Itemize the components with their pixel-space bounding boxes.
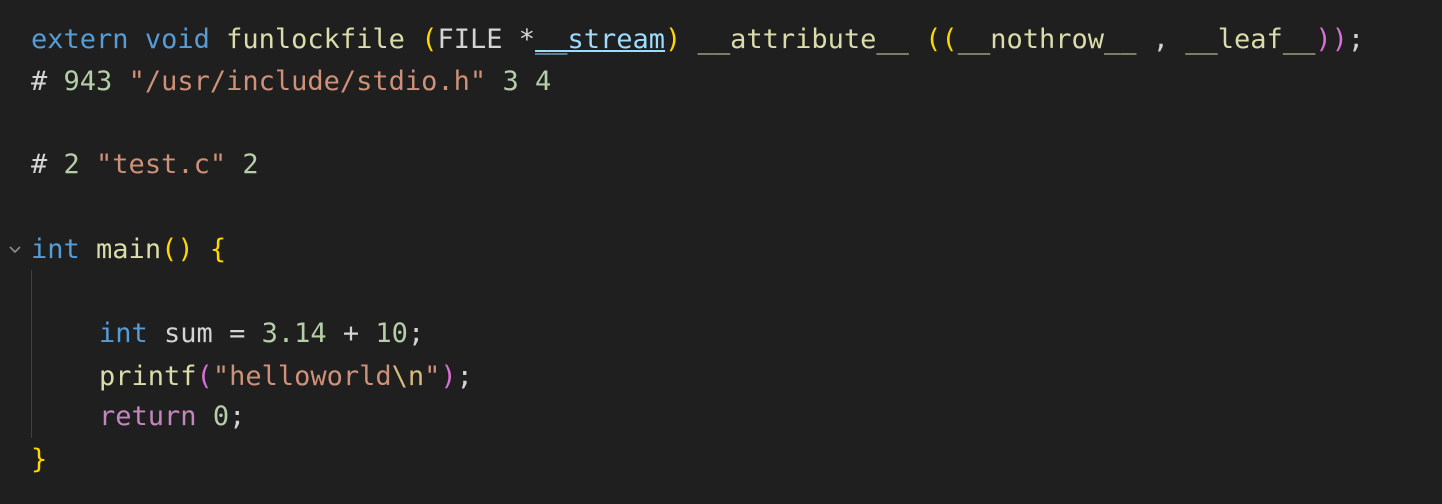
code-line-8[interactable]: }	[31, 440, 47, 480]
token-comma: ,	[1136, 24, 1186, 55]
token-int: int	[31, 234, 80, 265]
token-number-a: 3.14	[261, 318, 327, 349]
code-line-4[interactable]: int main() {	[31, 230, 226, 270]
token-void: void	[144, 24, 210, 55]
code-line-5[interactable]: int sum = 3.14 + 10;	[99, 314, 424, 354]
token-paren-open-2: ((	[925, 24, 958, 55]
token-sum: sum	[164, 318, 213, 349]
token-extern: extern	[31, 24, 129, 55]
token-plus: +	[326, 318, 376, 349]
token-escape: \n	[391, 361, 425, 392]
token-paren-close: )	[665, 24, 682, 55]
token-string-end: "	[424, 361, 441, 392]
code-line-7[interactable]: return 0;	[99, 397, 245, 437]
fold-toggle[interactable]	[5, 236, 25, 264]
token-flag-1: 3	[502, 66, 519, 97]
code-editor[interactable]: extern void funlockfile (FILE * __stream)…	[0, 0, 1442, 504]
token-brace-open: {	[209, 234, 227, 265]
token-string: "helloworld	[212, 361, 392, 392]
code-line-1[interactable]: extern void funlockfile (FILE * __stream)…	[31, 20, 1364, 60]
token-line-number: 943	[63, 66, 113, 97]
token-nothrow: __nothrow__	[957, 24, 1137, 55]
token-flag-2: 4	[534, 66, 552, 97]
code-line-3[interactable]: # 2 "test.c" 2	[31, 145, 259, 185]
token-flag: 2	[242, 149, 259, 180]
token-hash: #	[31, 66, 64, 97]
token-semicolon: ;	[456, 361, 473, 392]
token-printf: printf	[99, 361, 197, 392]
chevron-down-icon	[8, 245, 22, 255]
token-zero: 0	[212, 401, 230, 432]
token-stream-param: __stream	[535, 24, 666, 55]
token-paren-close: )	[440, 361, 457, 392]
token-return: return	[99, 401, 197, 432]
token-path-string: "/usr/include/stdio.h"	[128, 66, 487, 97]
code-line-6[interactable]: printf("helloworld \n ");	[99, 357, 473, 397]
token-semicolon: ;	[229, 401, 246, 432]
indent-guide	[31, 270, 32, 438]
token-attribute: __attribute__	[697, 24, 909, 55]
token-line-number: 2	[63, 149, 80, 180]
token-brace-close: }	[31, 444, 48, 475]
token-paren-open: (	[196, 361, 213, 392]
token-int: int	[99, 318, 148, 349]
token-pointer: *	[502, 24, 535, 55]
token-hash: #	[31, 149, 64, 180]
code-line-2[interactable]: # 943 "/usr/include/stdio.h" 3 4	[31, 62, 551, 102]
token-number-b: 10	[375, 318, 408, 349]
token-leaf: __leaf__	[1185, 24, 1316, 55]
token-paren-close-2: ))	[1315, 24, 1348, 55]
token-paren-open: (	[421, 24, 438, 55]
token-file-type: FILE	[437, 24, 503, 55]
token-equals: =	[212, 318, 262, 349]
token-parens: ()	[161, 234, 194, 265]
token-funlockfile: funlockfile	[226, 24, 405, 55]
token-semicolon: ;	[1347, 24, 1365, 55]
token-semicolon: ;	[407, 318, 425, 349]
token-main: main	[96, 234, 162, 265]
token-file-string: "test.c"	[96, 149, 227, 180]
